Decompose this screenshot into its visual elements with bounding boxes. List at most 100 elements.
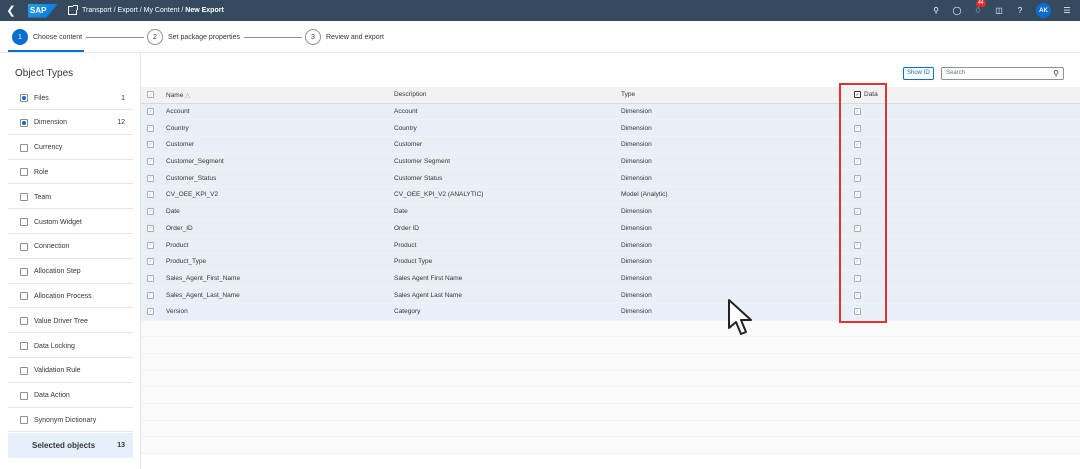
object-type-item[interactable]: Currency	[8, 137, 133, 160]
row-select-checkbox[interactable]: ✓	[147, 308, 154, 316]
data-checkbox[interactable]: ✓	[854, 208, 861, 216]
table-row[interactable]: ✓ Product_Type Product Type Dimension ✓	[141, 253, 1080, 271]
checkbox-icon[interactable]	[20, 292, 28, 301]
table-row[interactable]: ✓ Sales_Agent_Last_Name Sales Agent Last N…	[141, 287, 1080, 304]
search-icon[interactable]: ⚲	[931, 6, 941, 15]
table-row[interactable]: ✓ Product Product Dimension ✓	[141, 237, 1080, 254]
data-checkbox[interactable]: ✓	[854, 258, 861, 266]
object-type-item[interactable]: Data Locking	[8, 335, 133, 358]
data-all-checkbox[interactable]: ✓	[854, 91, 861, 99]
row-select-checkbox[interactable]: ✓	[147, 224, 154, 232]
data-checkbox[interactable]: ✓	[854, 241, 861, 249]
show-id-button[interactable]: Show ID	[903, 67, 934, 80]
back-icon[interactable]: ❮	[0, 4, 22, 17]
data-checkbox[interactable]: ✓	[854, 308, 861, 316]
avatar[interactable]: AK	[1036, 3, 1051, 18]
header-type[interactable]: Type	[621, 91, 635, 98]
checkbox-icon[interactable]	[20, 416, 28, 425]
empty-row	[141, 387, 1080, 405]
row-select-checkbox[interactable]: ✓	[147, 291, 154, 299]
cell-type: Dimension	[621, 208, 652, 216]
step-choose-content[interactable]: 1 Choose content	[12, 29, 82, 45]
object-type-item[interactable]: Validation Rule	[8, 360, 133, 383]
data-checkbox[interactable]: ✓	[854, 174, 861, 182]
notification-icon[interactable]: ♢ 44	[973, 0, 986, 15]
object-type-item[interactable]: Connection	[8, 236, 133, 259]
search-icon: ⚲	[1053, 69, 1059, 78]
row-select-checkbox[interactable]: ✓	[147, 258, 154, 266]
data-checkbox[interactable]: ✓	[854, 291, 861, 299]
data-checkbox[interactable]: ✓	[854, 141, 861, 149]
row-select-checkbox[interactable]: ✓	[147, 241, 154, 249]
object-type-item[interactable]: Role	[8, 161, 133, 185]
object-type-item[interactable]: Custom Widget	[8, 211, 133, 234]
header-description[interactable]: Description	[394, 91, 427, 98]
object-type-item[interactable]: Dimension 12	[8, 112, 133, 135]
table-row[interactable]: ✓ Sales_Agent_First_Name Sales Agent First…	[141, 270, 1080, 288]
open-external-icon[interactable]	[68, 5, 78, 15]
select-all-checkbox[interactable]: ✓	[147, 91, 154, 99]
object-type-item[interactable]: Allocation Step	[8, 261, 133, 284]
row-select-checkbox[interactable]: ✓	[147, 274, 154, 282]
object-type-item[interactable]: Team	[8, 186, 133, 210]
row-select-checkbox[interactable]: ✓	[147, 108, 154, 116]
table-row[interactable]: ✓ Date Date Dimension ✓	[141, 203, 1080, 221]
object-type-label: Synonym Dictionary	[34, 416, 97, 424]
table-row[interactable]: ✓ Customer_Segment Customer Segment Dimensi…	[141, 153, 1080, 171]
data-checkbox[interactable]: ✓	[854, 274, 861, 282]
data-checkbox[interactable]: ✓	[854, 224, 861, 232]
checkbox-icon[interactable]	[20, 342, 28, 350]
checkbox-icon[interactable]	[20, 143, 28, 152]
breadcrumb-export[interactable]: Export	[118, 7, 138, 14]
table-row[interactable]: ✓ Version Category Dimension ✓	[141, 303, 1080, 321]
cell-name: Customer	[166, 141, 195, 149]
row-select-checkbox[interactable]: ✓	[147, 174, 154, 182]
search-input[interactable]: Search ⚲	[941, 67, 1064, 80]
table-row[interactable]: ✓ Order_ID Order ID Dimension ✓	[141, 220, 1080, 238]
breadcrumb-my-content[interactable]: My Content	[144, 7, 180, 14]
step-set-package-properties[interactable]: 2 Set package properties	[147, 29, 240, 45]
data-checkbox[interactable]: ✓	[854, 124, 861, 132]
sort-icon: △	[185, 91, 191, 99]
row-select-checkbox[interactable]: ✓	[147, 141, 154, 149]
discussion-icon[interactable]: ◫	[994, 6, 1004, 15]
menu-icon[interactable]: ☰	[1062, 6, 1072, 15]
data-checkbox[interactable]: ✓	[854, 191, 861, 199]
object-type-label: Currency	[34, 144, 63, 152]
help-icon[interactable]: ?	[1015, 6, 1025, 15]
selected-objects-item[interactable]: Selected objects 13	[8, 433, 133, 458]
table-row[interactable]: ✓ Account Account Dimension ✓	[141, 103, 1080, 121]
object-type-item[interactable]: Data Action	[8, 385, 133, 408]
object-type-label: Allocation Process	[34, 292, 92, 300]
row-select-checkbox[interactable]: ✓	[147, 158, 154, 166]
checkbox-icon[interactable]	[20, 267, 28, 276]
object-type-item[interactable]: Synonym Dictionary	[8, 409, 133, 433]
checkbox-icon[interactable]	[20, 391, 28, 400]
breadcrumb-transport[interactable]: Transport	[82, 7, 112, 14]
object-type-item[interactable]: Allocation Process	[8, 285, 133, 309]
table-row[interactable]: ✓ CV_OEE_KPI_V2 CV_OEE_KPI_V2 (ANALYTIC) Mo…	[141, 187, 1080, 204]
radio-checked-icon[interactable]	[20, 118, 28, 127]
table-row[interactable]: ✓ Customer Customer Dimension ✓	[141, 137, 1080, 154]
cell-name: Version	[166, 308, 188, 316]
header-name[interactable]: Name △	[166, 91, 190, 99]
step-review-and-export[interactable]: 3 Review and export	[305, 29, 384, 45]
data-checkbox[interactable]: ✓	[854, 108, 861, 116]
data-checkbox[interactable]: ✓	[854, 158, 861, 166]
checkbox-icon[interactable]	[20, 317, 28, 326]
radio-checked-icon[interactable]	[20, 94, 28, 102]
header-data[interactable]: ✓ Data	[854, 91, 878, 99]
row-select-checkbox[interactable]: ✓	[147, 191, 154, 199]
lightbulb-icon[interactable]: ◯	[952, 6, 962, 15]
object-type-item[interactable]: Files 1	[8, 87, 133, 110]
checkbox-icon[interactable]	[20, 193, 28, 202]
checkbox-icon[interactable]	[20, 242, 28, 251]
object-type-item[interactable]: Value Driver Tree	[8, 310, 133, 334]
row-select-checkbox[interactable]: ✓	[147, 124, 154, 132]
checkbox-icon[interactable]	[20, 366, 28, 375]
checkbox-icon[interactable]	[20, 168, 28, 177]
table-row[interactable]: ✓ Customer_Status Customer Status Dimension…	[141, 170, 1080, 188]
checkbox-icon[interactable]	[20, 218, 28, 226]
row-select-checkbox[interactable]: ✓	[147, 208, 154, 216]
table-row[interactable]: ✓ Country Country Dimension ✓	[141, 120, 1080, 138]
